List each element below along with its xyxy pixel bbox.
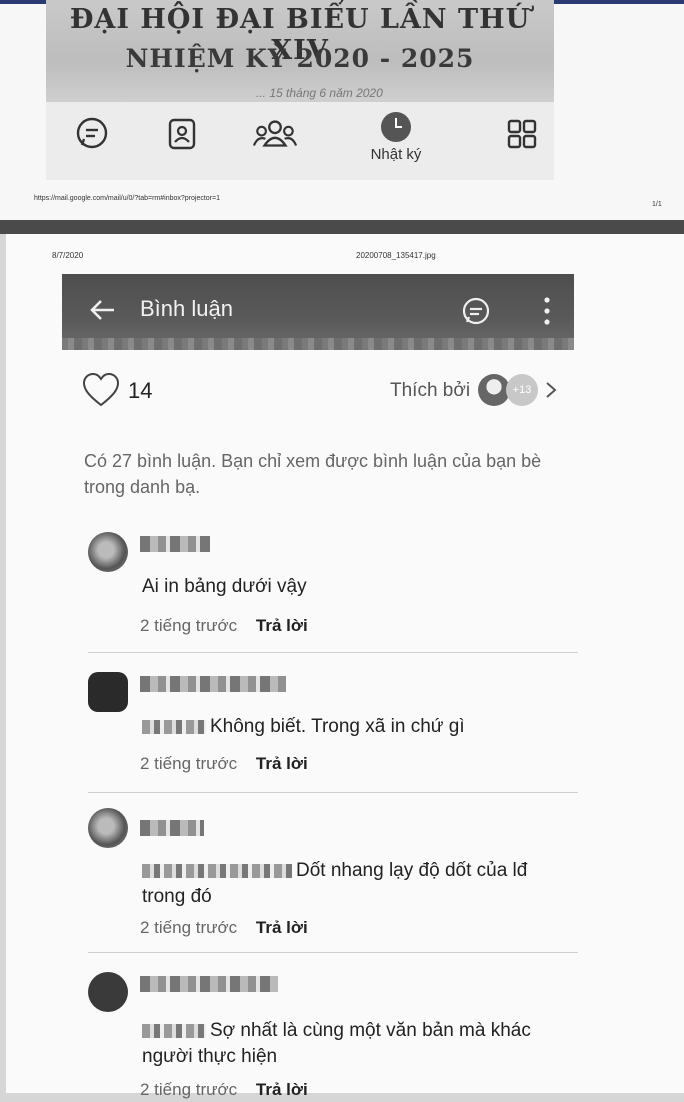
comment-text-content: Ai in bảng dưới vậy <box>142 576 307 597</box>
mention-blurred <box>142 1023 206 1038</box>
bottom-nav-bar: Nhật ký <box>46 102 554 180</box>
reply-button[interactable]: Trả lời <box>256 616 308 635</box>
comment-text: Không biết. Trong xã in chứ gì <box>142 714 572 740</box>
grid-icon <box>507 119 537 149</box>
comments-header: Bình luận <box>62 274 574 350</box>
comment-meta: 2 tiếng trước Trả lời <box>140 918 308 938</box>
nav-groups[interactable] <box>252 116 300 156</box>
print-filename: 20200708_135417.jpg <box>356 251 436 260</box>
mention-blurred <box>142 719 206 734</box>
likes-count: 14 <box>128 378 153 403</box>
chat-bubble-icon[interactable] <box>460 296 492 328</box>
comment-time: 2 tiếng trước <box>140 616 238 635</box>
comments-note: Có 27 bình luận. Bạn chỉ xem được bình l… <box>84 451 542 497</box>
divider <box>88 652 578 653</box>
comment-time: 2 tiếng trước <box>140 754 238 773</box>
comment-item: Không biết. Trong xã in chứ gì 2 tiếng t… <box>88 672 588 782</box>
reply-button[interactable]: Trả lời <box>256 918 308 937</box>
avatar[interactable] <box>88 672 128 712</box>
divider <box>88 792 578 793</box>
commenter-name-blurred[interactable] <box>140 820 204 836</box>
comment-item: Dốt nhang lạy độ dốt của lđ trong đó 2 t… <box>88 808 588 938</box>
comment-time: 2 tiếng trước <box>140 1080 238 1099</box>
page-separator <box>0 220 684 234</box>
people-group-icon <box>252 120 298 147</box>
comment-item: Sợ nhất là cùng một văn bản mà khác ngườ… <box>88 972 588 1102</box>
comment-meta: 2 tiếng trước Trả lời <box>140 616 308 636</box>
congress-banner-image: ĐẠI HỘI ĐẠI BIỂU LẦN THỨ XIV NHIỆM KỲ 20… <box>46 0 554 102</box>
top-printed-page: ĐẠI HỘI ĐẠI BIỂU LẦN THỨ XIV NHIỆM KỲ 20… <box>0 0 684 220</box>
comment-meta: 2 tiếng trước Trả lời <box>140 754 308 774</box>
more-vertical-icon[interactable] <box>540 296 554 326</box>
comment-text: Sợ nhất là cùng một văn bản mà khác ngườ… <box>142 1018 572 1070</box>
chevron-right-icon[interactable] <box>544 380 558 400</box>
commenter-name-blurred[interactable] <box>140 976 278 992</box>
back-arrow-icon[interactable] <box>88 296 116 324</box>
print-url: https://mail.google.com/mail/u/0/?tab=rm… <box>34 195 220 202</box>
chat-bubble-icon <box>76 117 108 149</box>
avatar[interactable] <box>88 808 128 848</box>
print-page-number: 1/1 <box>652 201 662 208</box>
nav-diary-label: Nhật ký <box>370 146 422 163</box>
mention-blurred <box>142 863 292 878</box>
nav-contacts[interactable] <box>164 116 204 156</box>
avatar[interactable] <box>88 972 128 1012</box>
reply-button[interactable]: Trả lời <box>256 754 308 773</box>
banner-line-2: NHIỆM KỲ 2020 - 2025 <box>125 44 475 73</box>
comment-time: 2 tiếng trước <box>140 918 238 937</box>
comment-text-content: Không biết. Trong xã in chứ gì <box>210 716 465 737</box>
comment-meta: 2 tiếng trước Trả lời <box>140 1080 308 1100</box>
commenter-name-blurred[interactable] <box>140 536 210 552</box>
header-noise-strip <box>62 338 574 350</box>
comment-text: Ai in bảng dưới vậy <box>142 574 572 600</box>
reply-button[interactable]: Trả lời <box>256 1080 308 1099</box>
divider <box>88 952 578 953</box>
likes-row: 14 Thích bởi +13 <box>82 372 562 412</box>
clock-icon <box>381 112 411 142</box>
print-date: 8/7/2020 <box>52 251 84 260</box>
heart-icon[interactable] <box>82 372 120 408</box>
comment-text: Dốt nhang lạy độ dốt của lđ trong đó <box>142 858 572 910</box>
page-title: Bình luận <box>140 296 233 321</box>
banner-line-3: ... 15 tháng 6 năm 2020 <box>256 86 383 100</box>
comment-item: Ai in bảng dưới vậy 2 tiếng trước Trả lờ… <box>88 532 588 642</box>
nav-diary[interactable]: Nhật ký <box>366 112 426 163</box>
avatar[interactable] <box>88 532 128 572</box>
liked-by-label[interactable]: Thích bởi <box>390 380 470 402</box>
nav-messages[interactable] <box>74 116 114 156</box>
nav-more[interactable] <box>504 116 544 156</box>
commenter-name-blurred[interactable] <box>140 676 286 692</box>
contact-card-icon <box>168 118 196 150</box>
bottom-printed-page: 8/7/2020 20200708_135417.jpg Bình luận 1… <box>6 234 684 1099</box>
liked-more-count[interactable]: +13 <box>506 374 538 406</box>
